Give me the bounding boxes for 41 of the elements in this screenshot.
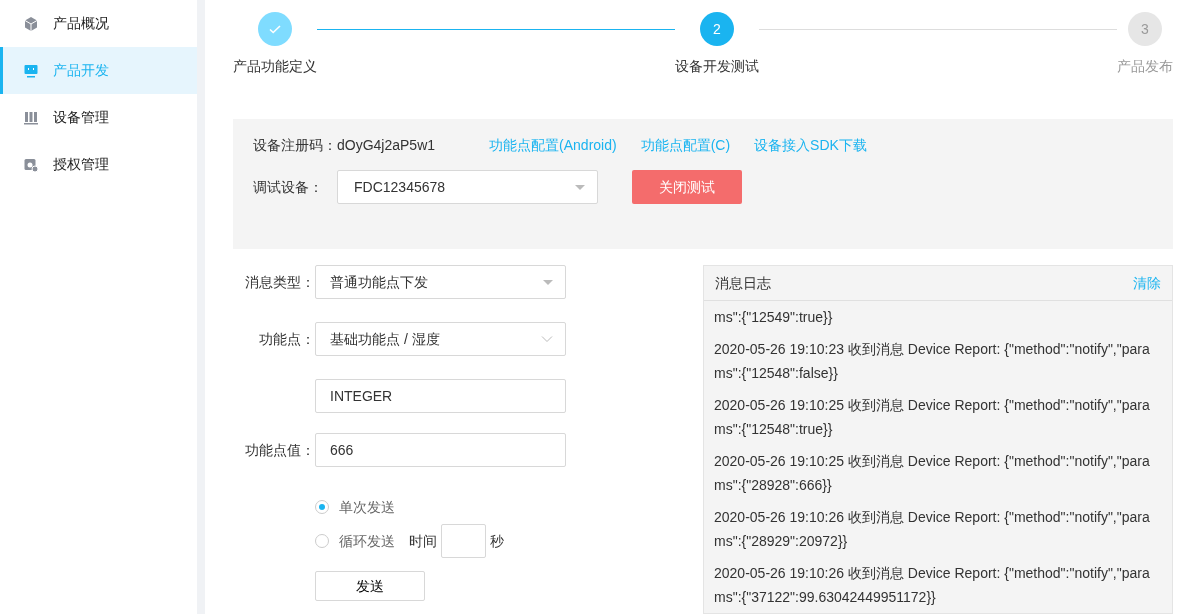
message-type-select[interactable]: 普通功能点下发 (315, 265, 566, 299)
interval-field[interactable] (441, 524, 486, 558)
field-label: 功能点值： (244, 440, 315, 460)
radio-label: 单次发送 (339, 497, 395, 517)
caret-icon (543, 279, 553, 285)
interval-label: 时间 (409, 531, 437, 551)
log-entry: 2020-05-26 19:10:25 收到消息 Device Report: {"method":"notify","params":{"12548":true}} (714, 396, 1151, 439)
log-entry: 2020-05-26 19:10:26 收到消息 Device Report: {"method":"notify","params":{"28929":20972}} (714, 508, 1151, 551)
value-field[interactable]: 666 (315, 433, 566, 467)
radio-button[interactable] (315, 534, 329, 548)
id-card-icon (23, 156, 39, 173)
log-entry: ms":{"12549":true}} (714, 308, 834, 327)
radio-label: 循环发送 (339, 531, 395, 551)
sidebar-item[interactable]: 授权管理 (0, 141, 197, 188)
step-label: 产品功能定义 (233, 57, 317, 76)
sidebar-item[interactable]: 产品概况 (0, 0, 197, 47)
function-point-select[interactable]: 基础功能点 / 湿度 (315, 322, 566, 356)
device-select[interactable]: FDC12345678 (337, 170, 598, 204)
log-entry: 2020-05-26 19:10:26 收到消息 Device Report: {"method":"notify","params":{"37122":99.63042449951172}} (714, 564, 1151, 607)
log-title: 消息日志 (715, 273, 771, 293)
step-circle: 3 (1128, 12, 1162, 46)
monitor-icon (23, 62, 39, 79)
step-label: 产品发布 (1117, 57, 1173, 76)
seconds-label: 秒 (490, 531, 504, 551)
field-label: 功能点： (258, 329, 315, 349)
caret-icon (575, 184, 585, 190)
registration-code: dOyG4j2aP5w1 (337, 136, 436, 155)
chevron-down-icon (541, 335, 553, 343)
registration-code-label: 设备注册码： (253, 136, 337, 155)
field-label: 消息类型： (244, 272, 315, 292)
step-label: 设备开发测试 (675, 57, 759, 76)
bars-icon (23, 109, 39, 126)
sidebar-item[interactable]: 设备管理 (0, 94, 197, 141)
log-entry: 2020-05-26 19:10:23 收到消息 Device Report: {"method":"notify","params":{"12548":false}} (714, 340, 1151, 383)
step-circle: 2 (700, 12, 734, 46)
cube-icon (23, 15, 39, 32)
log-entry: 2020-05-26 19:10:25 收到消息 Device Report: {"method":"notify","params":{"28928":666}} (714, 452, 1151, 495)
send-button[interactable]: 发送 (315, 571, 425, 601)
data-type-field[interactable]: INTEGER (315, 379, 566, 413)
radio-button[interactable] (315, 500, 329, 514)
debug-device-label: 调试设备： (253, 177, 323, 197)
